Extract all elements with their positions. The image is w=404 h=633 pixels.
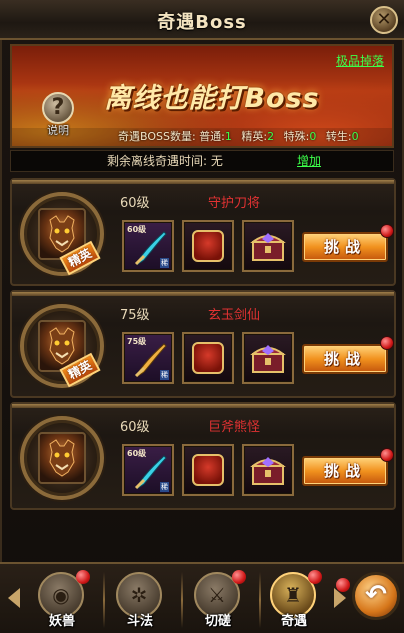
boss-count-stats: 奇遇BOSS数量: 普通:1 精英:2 特殊:0 转生:0 bbox=[12, 128, 392, 146]
treasure-chest-icon bbox=[250, 457, 286, 485]
notification-dot bbox=[232, 570, 246, 584]
boss-name: 玄玉剑仙 bbox=[208, 308, 261, 323]
challenge-button[interactable]: 挑战 bbox=[302, 456, 388, 486]
boss-card: 60级 巨斧熊怪 60级 稀 挑战 bbox=[10, 402, 396, 510]
offline-time-row: 剩余离线奇遇时间: 无 增加 bbox=[10, 150, 394, 172]
nav-label: 斗法 bbox=[126, 614, 153, 629]
scroll-left-arrow-icon[interactable] bbox=[8, 588, 20, 608]
bottom-nav: ◉ 妖兽 ✲ 斗法 ⚔ 切磋 ♜ 奇遇 ↶ bbox=[0, 562, 404, 633]
elite-label: 精英: bbox=[241, 130, 268, 143]
boss-portrait[interactable]: 精英 bbox=[20, 192, 104, 276]
question-icon: ? bbox=[42, 92, 74, 124]
boss-card: 精英 60级 守护刀将 60级 稀 挑战 bbox=[10, 178, 396, 286]
notification-dot bbox=[380, 224, 394, 238]
back-button[interactable]: ↶ bbox=[352, 572, 400, 620]
normal-label: 普通: bbox=[199, 130, 225, 143]
reward-seal-slot[interactable] bbox=[182, 332, 234, 384]
challenge-button[interactable]: 挑战 bbox=[302, 344, 388, 374]
nav-item-adventure[interactable]: ♜ 奇遇 bbox=[262, 568, 326, 632]
boss-portrait[interactable] bbox=[20, 416, 104, 500]
reward-weapon-slot[interactable]: 60级 稀 bbox=[122, 444, 174, 496]
close-button[interactable]: ✕ bbox=[370, 6, 398, 34]
treasure-chest-icon bbox=[250, 345, 286, 373]
reward-weapon-slot[interactable]: 75级 稀 bbox=[122, 332, 174, 384]
back-arrow-icon: ↶ bbox=[365, 580, 387, 610]
reward-seal-slot[interactable] bbox=[182, 444, 234, 496]
seal-icon bbox=[192, 342, 224, 374]
banner-heading: 离线也能打Boss bbox=[104, 83, 320, 114]
beast-face-icon bbox=[49, 327, 75, 365]
premium-drop-link[interactable]: 极品掉落 bbox=[336, 52, 384, 69]
offline-time-label: 剩余离线奇遇时间: 无 bbox=[107, 154, 223, 168]
notification-dot bbox=[380, 448, 394, 462]
seal-icon bbox=[192, 454, 224, 486]
boss-name: 巨斧熊怪 bbox=[208, 420, 261, 435]
nav-item-beast[interactable]: ◉ 妖兽 bbox=[30, 568, 94, 632]
rarity-tag: 稀 bbox=[160, 482, 169, 492]
close-icon: ✕ bbox=[376, 9, 392, 30]
nav-item-spar[interactable]: ⚔ 切磋 bbox=[186, 568, 250, 632]
normal-count: 1 bbox=[224, 130, 232, 143]
nav-divider bbox=[103, 572, 105, 628]
nav-label: 妖兽 bbox=[48, 614, 75, 629]
treasure-chest-icon bbox=[250, 233, 286, 261]
rarity-tag: 稀 bbox=[160, 370, 169, 380]
notification-dot bbox=[336, 578, 350, 592]
challenge-button[interactable]: 挑战 bbox=[302, 232, 388, 262]
reward-chest-slot[interactable] bbox=[242, 444, 294, 496]
boss-level: 60级 bbox=[120, 196, 150, 211]
reward-chest-slot[interactable] bbox=[242, 332, 294, 384]
boss-level: 75级 bbox=[120, 308, 150, 323]
special-label: 特殊: bbox=[283, 130, 310, 143]
notification-dot bbox=[76, 570, 90, 584]
nav-label: 奇遇 bbox=[280, 614, 307, 629]
stats-label: 奇遇BOSS数量: bbox=[118, 130, 196, 143]
nav-label: 切磋 bbox=[204, 614, 231, 629]
seal-icon bbox=[192, 230, 224, 262]
rebirth-label: 转生: bbox=[325, 130, 352, 143]
rebirth-count: 0 bbox=[351, 130, 359, 143]
title-bar: 奇遇Boss ✕ bbox=[0, 0, 404, 40]
boss-card: 精英 75级 玄玉剑仙 75级 稀 挑战 bbox=[10, 290, 396, 398]
notification-dot bbox=[308, 570, 322, 584]
reward-seal-slot[interactable] bbox=[182, 220, 234, 272]
window-title: 奇遇Boss bbox=[157, 12, 247, 33]
nav-divider bbox=[181, 572, 183, 628]
beast-face-icon bbox=[49, 215, 75, 253]
boss-list: 精英 60级 守护刀将 60级 稀 挑战 精英 75级 玄玉剑仙 75级 稀 挑… bbox=[6, 178, 398, 556]
special-count: 0 bbox=[309, 130, 317, 143]
reward-chest-slot[interactable] bbox=[242, 220, 294, 272]
boss-name: 守护刀将 bbox=[208, 196, 261, 211]
boss-portrait[interactable]: 精英 bbox=[20, 304, 104, 388]
boss-avatar bbox=[38, 432, 86, 484]
rarity-tag: 稀 bbox=[160, 258, 169, 268]
beast-face-icon bbox=[49, 439, 75, 477]
boss-banner: 极品掉落 离线也能打Boss ? 说明 奇遇BOSS数量: 普通:1 精英:2 … bbox=[10, 44, 394, 148]
boss-level: 60级 bbox=[120, 420, 150, 435]
add-time-link[interactable]: 增加 bbox=[297, 151, 321, 171]
nav-item-duel[interactable]: ✲ 斗法 bbox=[108, 568, 172, 632]
reward-weapon-slot[interactable]: 60级 稀 bbox=[122, 220, 174, 272]
notification-dot bbox=[380, 336, 394, 350]
nav-divider bbox=[259, 572, 261, 628]
elite-count: 2 bbox=[267, 130, 275, 143]
